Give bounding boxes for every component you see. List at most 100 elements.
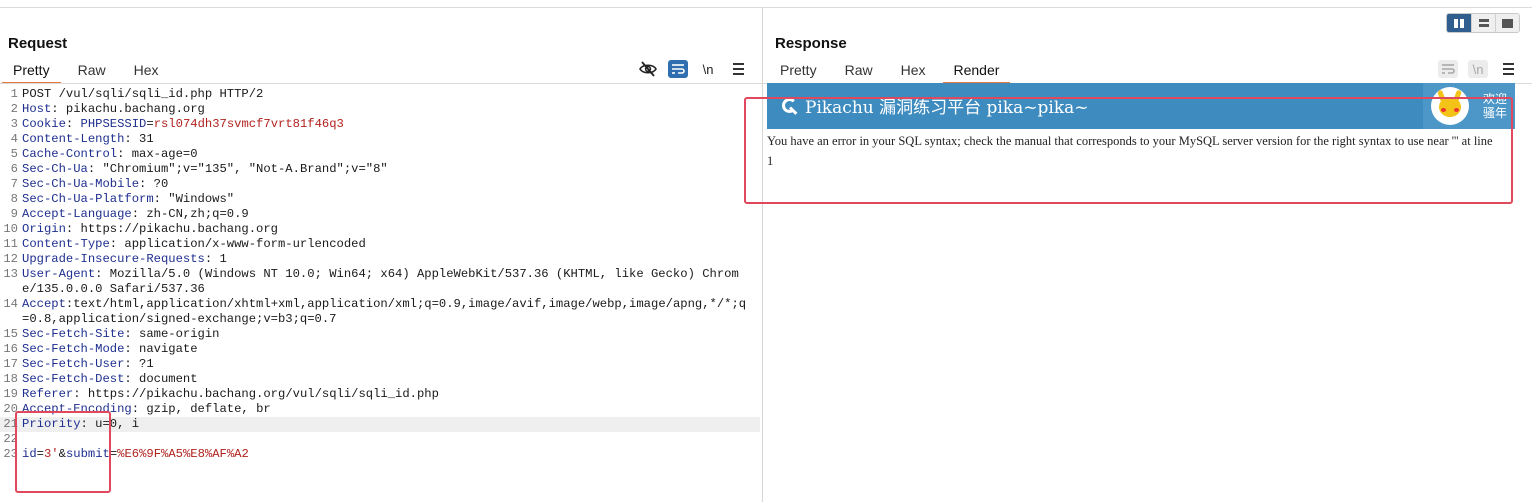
- response-tab-raw[interactable]: Raw: [834, 60, 884, 84]
- line-number: 9: [10, 207, 18, 221]
- line-number: 6: [10, 162, 18, 176]
- request-tabs: Pretty Raw Hex: [2, 60, 176, 84]
- response-menu-icon[interactable]: [1498, 60, 1518, 78]
- header-value: https://pikachu.bachang.org: [80, 222, 279, 236]
- request-tab-pretty[interactable]: Pretty: [2, 60, 61, 84]
- request-line: 20 Accept-Encoding: gzip, deflate, br: [0, 402, 760, 417]
- cookie-name: PHPSESSID: [80, 117, 147, 131]
- header-name: Accept-Language: [22, 207, 132, 221]
- request-line: 10 Origin: https://pikachu.bachang.org: [0, 222, 760, 237]
- line-content: Accept-Language: zh-CN,zh;q=0.9: [22, 207, 750, 222]
- request-line: 8 Sec-Ch-Ua-Platform: "Windows": [0, 192, 760, 207]
- request-line: 13 User-Agent: Mozilla/5.0 (Windows NT 10…: [0, 267, 760, 297]
- cookie-value: rsl074dh37svmcf7vrt81f46q3: [153, 117, 344, 131]
- header-name: User-Agent: [22, 267, 96, 281]
- line-content: id=3'&submit=%E6%9F%A5%E8%AF%A2: [22, 447, 249, 461]
- header-separator: :: [124, 357, 140, 371]
- request-menu-icon[interactable]: [728, 60, 748, 78]
- header-name: Content-Length: [22, 132, 125, 146]
- header-value: pikachu.bachang.org: [65, 102, 205, 116]
- request-line: 22: [0, 432, 760, 447]
- header-separator: :: [124, 327, 140, 341]
- line-content: Sec-Fetch-Dest: document: [22, 372, 750, 387]
- line-content: Content-Length: 31: [22, 132, 750, 147]
- request-line: 23 id=3'&submit=%E6%9F%A5%E8%AF%A2: [0, 447, 760, 462]
- request-tab-hex[interactable]: Hex: [123, 60, 170, 84]
- request-line: 1 POST /vul/sqli/sqli_id.php HTTP/2: [0, 87, 760, 102]
- request-line: 9 Accept-Language: zh-CN,zh;q=0.9: [0, 207, 760, 222]
- line-number: 1: [10, 87, 18, 101]
- request-tab-raw[interactable]: Raw: [67, 60, 117, 84]
- header-separator: :: [139, 177, 154, 191]
- line-content: Referer: https://pikachu.bachang.org/vul…: [22, 387, 750, 402]
- header-value: same-origin: [139, 327, 220, 341]
- header-name: Sec-Fetch-Site: [22, 327, 125, 341]
- header-separator: :: [73, 387, 88, 401]
- request-line: 3 Cookie: PHPSESSID=rsl074dh37svmcf7vrt81…: [0, 117, 760, 132]
- request-line: 18 Sec-Fetch-Dest: document: [0, 372, 760, 387]
- response-tabs: Pretty Raw Hex Render: [769, 60, 1016, 84]
- header-name: Cache-Control: [22, 147, 118, 161]
- header-separator: :: [124, 342, 140, 356]
- header-name: Sec-Fetch-Dest: [22, 372, 125, 386]
- header-name: Sec-Ch-Ua-Mobile: [22, 177, 140, 191]
- header-value: navigate: [139, 342, 198, 356]
- line-number: 10: [3, 222, 18, 236]
- header-value: "Windows": [168, 192, 235, 206]
- header-separator: :: [117, 147, 132, 161]
- request-line: 19 Referer: https://pikachu.bachang.org/v…: [0, 387, 760, 402]
- word-wrap-icon[interactable]: [1438, 60, 1458, 78]
- line-number: 3: [10, 117, 18, 131]
- header-separator: :: [65, 117, 81, 131]
- line-content: Origin: https://pikachu.bachang.org: [22, 222, 750, 237]
- line-content: Sec-Ch-Ua-Mobile: ?0: [22, 177, 750, 192]
- header-name: Content-Type: [22, 237, 110, 251]
- header-value: POST /vul/sqli/sqli_id.php HTTP/2: [22, 87, 264, 101]
- response-pane: Response Pretty Raw Hex Render \n Pikach…: [763, 8, 1532, 502]
- word-wrap-icon[interactable]: [668, 60, 688, 78]
- hide-nonprintable-eye-icon[interactable]: [638, 60, 658, 78]
- annotation-box-response: [744, 97, 1513, 204]
- line-number: 18: [3, 372, 18, 386]
- header-value: "Chromium";v="135", "Not-A.Brand";v="8": [102, 162, 388, 176]
- request-title: Request: [8, 35, 68, 52]
- response-tab-render[interactable]: Render: [942, 60, 1011, 84]
- request-line: 17 Sec-Fetch-User: ?1: [0, 357, 760, 372]
- line-number: 2: [10, 102, 18, 116]
- header-name: Sec-Ch-Ua: [22, 162, 88, 176]
- header-name: Referer: [22, 387, 74, 401]
- header-separator: :: [204, 252, 220, 266]
- show-newlines-button[interactable]: \n: [1468, 60, 1488, 78]
- header-value: document: [139, 372, 198, 386]
- header-value: Mozilla/5.0 (Windows NT 10.0; Win64; x64…: [22, 267, 739, 296]
- request-line: 14 Accept:text/html,application/xhtml+xml…: [0, 297, 760, 327]
- header-separator: :: [124, 372, 140, 386]
- show-newlines-button[interactable]: \n: [698, 60, 718, 78]
- request-editor[interactable]: 1 POST /vul/sqli/sqli_id.php HTTP/2 2 Host:…: [0, 87, 760, 462]
- line-content: POST /vul/sqli/sqli_id.php HTTP/2: [22, 87, 750, 102]
- request-line: 2 Host: pikachu.bachang.org: [0, 102, 760, 117]
- line-content: User-Agent: Mozilla/5.0 (Windows NT 10.0…: [22, 267, 750, 297]
- header-value: zh-CN,zh;q=0.9: [146, 207, 249, 221]
- line-content: [22, 432, 750, 447]
- line-content: Accept:text/html,application/xhtml+xml,a…: [22, 297, 750, 327]
- header-name: Host: [22, 102, 52, 116]
- request-line: 21 Priority: u=0, i: [0, 417, 760, 432]
- line-number: 13: [3, 267, 18, 281]
- line-content: Accept-Encoding: gzip, deflate, br: [22, 402, 750, 417]
- line-content: Priority: u=0, i: [22, 417, 750, 432]
- response-tab-hex[interactable]: Hex: [890, 60, 937, 84]
- line-number: 11: [3, 237, 18, 251]
- header-separator: :: [131, 207, 147, 221]
- request-line: 15 Sec-Fetch-Site: same-origin: [0, 327, 760, 342]
- body-param-value: %E6%9F%A5%E8%AF%A2: [117, 447, 249, 461]
- line-number: 4: [10, 132, 18, 146]
- line-content: Sec-Fetch-Site: same-origin: [22, 327, 750, 342]
- line-content: Upgrade-Insecure-Requests: 1: [22, 252, 750, 267]
- header-value: gzip, deflate, br: [146, 402, 271, 416]
- header-value: ?1: [139, 357, 154, 371]
- annotation-box-payload: [15, 411, 111, 493]
- response-tab-pretty[interactable]: Pretty: [769, 60, 828, 84]
- header-separator: :: [65, 222, 81, 236]
- header-name: Sec-Fetch-Mode: [22, 342, 125, 356]
